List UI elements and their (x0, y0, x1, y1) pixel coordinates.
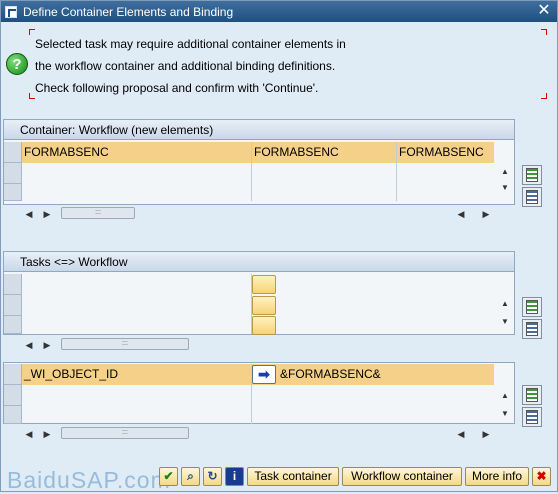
right-arrow-icon[interactable]: ➡ (252, 365, 276, 384)
scroll-thumb[interactable]: ::: (61, 338, 189, 350)
row-selector[interactable] (4, 316, 22, 334)
message-line-3: Check following proposal and confirm wit… (35, 81, 319, 95)
table-cell[interactable] (22, 184, 252, 201)
scroll-left-icon[interactable]: ◀ (455, 427, 467, 441)
info-icon[interactable]: i (225, 467, 244, 486)
scroll-right-icon[interactable]: ▶ (41, 207, 53, 221)
scroll-left-icon[interactable]: ◀ (455, 207, 467, 221)
binding-direction-button[interactable] (252, 275, 276, 294)
scroll-left-icon[interactable]: ◀ (23, 207, 35, 221)
insert-row-button[interactable] (522, 385, 542, 405)
table-row[interactable] (4, 316, 494, 334)
task-container-button[interactable]: Task container (247, 467, 339, 486)
row-selector[interactable] (4, 142, 22, 163)
row-selector[interactable] (4, 274, 22, 295)
scroll-right-icon[interactable]: ▶ (41, 427, 53, 441)
more-info-button[interactable]: More info (465, 467, 529, 486)
table-row[interactable] (4, 184, 494, 201)
table-cell[interactable] (22, 406, 252, 424)
insert-row-icon (526, 388, 538, 402)
cancel-icon[interactable]: ✖ (532, 467, 551, 486)
row-selector[interactable] (4, 163, 22, 184)
table-cell[interactable] (252, 184, 397, 201)
delete-row-button[interactable] (522, 319, 542, 339)
table-cell[interactable]: &FORMABSENC& (278, 364, 494, 385)
table-row[interactable] (4, 163, 494, 184)
title-bar: Define Container Elements and Binding ✕ (1, 1, 557, 22)
insert-row-button[interactable] (522, 297, 542, 317)
scroll-left-icon[interactable]: ◀ (23, 427, 35, 441)
window-menu-icon[interactable] (5, 5, 17, 18)
check-icon[interactable]: ✔ (159, 467, 178, 486)
scroll-right-icon[interactable]: ▶ (41, 338, 53, 352)
message-area: ? Selected task may require additional c… (1, 27, 557, 103)
table-row[interactable] (4, 295, 494, 316)
table-cell[interactable]: FORMABSENC (252, 142, 397, 163)
binding-direction-button[interactable] (252, 316, 276, 335)
scroll-right-icon[interactable]: ▶ (480, 207, 492, 221)
insert-row-icon (526, 168, 538, 182)
insert-row-icon (526, 300, 538, 314)
delete-row-icon (526, 322, 538, 336)
table-row[interactable] (4, 406, 494, 424)
help-icon[interactable]: ? (6, 53, 28, 75)
table-row[interactable] (4, 385, 494, 406)
row-selector[interactable] (4, 385, 22, 406)
table-cell[interactable]: FORMABSENC (22, 142, 252, 163)
table-cell[interactable]: _WI_OBJECT_ID (22, 364, 252, 385)
delete-row-button[interactable] (522, 407, 542, 427)
message-line-1: Selected task may require additional con… (35, 37, 346, 51)
watermark-text: BaiduSAP.com (7, 467, 171, 493)
table-cell[interactable]: FORMABSENC (397, 142, 494, 163)
binding-direction-button[interactable] (252, 296, 276, 315)
dialog-window: Define Container Elements and Binding ✕ … (0, 0, 558, 493)
scroll-right-icon[interactable]: ▶ (480, 427, 492, 441)
scroll-down-icon[interactable]: ▼ (499, 316, 511, 328)
scroll-up-icon[interactable]: ▲ (499, 298, 511, 310)
row-selector[interactable] (4, 406, 22, 424)
delete-row-button[interactable] (522, 187, 542, 207)
message-line-2: the workflow container and additional bi… (35, 59, 336, 73)
table-cell[interactable] (22, 163, 252, 184)
scroll-thumb[interactable]: ::: (61, 207, 135, 219)
scroll-up-icon[interactable]: ▲ (499, 390, 511, 402)
scroll-thumb[interactable]: ::: (61, 427, 189, 439)
table-row[interactable]: FORMABSENC FORMABSENC FORMABSENC (4, 142, 494, 163)
close-icon[interactable]: ✕ (535, 2, 553, 20)
window-title: Define Container Elements and Binding (23, 4, 234, 19)
tasks-workflow-panel: Tasks <=> Workflow ▲ ▼ (3, 251, 515, 335)
refresh-icon[interactable]: ↻ (203, 467, 222, 486)
table-row[interactable] (4, 274, 494, 295)
row-selector[interactable] (4, 295, 22, 316)
scroll-down-icon[interactable]: ▼ (499, 408, 511, 420)
table-row[interactable]: _WI_OBJECT_ID &FORMABSENC& (4, 364, 494, 385)
table-cell[interactable] (22, 385, 252, 406)
panel-title: Container: Workflow (new elements) (4, 120, 514, 140)
insert-row-button[interactable] (522, 165, 542, 185)
row-selector[interactable] (4, 184, 22, 201)
scroll-left-icon[interactable]: ◀ (23, 338, 35, 352)
table-cell[interactable] (22, 316, 252, 334)
container-workflow-panel: Container: Workflow (new elements) FORMA… (3, 119, 515, 205)
scroll-up-icon[interactable]: ▲ (499, 166, 511, 178)
find-icon[interactable]: ⌕ (181, 467, 200, 486)
element-binding-panel: _WI_OBJECT_ID &FORMABSENC& ➡ ▲ ▼ (3, 362, 515, 424)
table-cell[interactable] (252, 163, 397, 184)
panel-title: Tasks <=> Workflow (4, 252, 514, 272)
row-selector[interactable] (4, 364, 22, 385)
delete-row-icon (526, 190, 538, 204)
workflow-container-button[interactable]: Workflow container (342, 467, 462, 486)
table-cell[interactable] (22, 274, 252, 295)
delete-row-icon (526, 410, 538, 424)
scroll-down-icon[interactable]: ▼ (499, 182, 511, 194)
table-cell[interactable] (22, 295, 252, 316)
